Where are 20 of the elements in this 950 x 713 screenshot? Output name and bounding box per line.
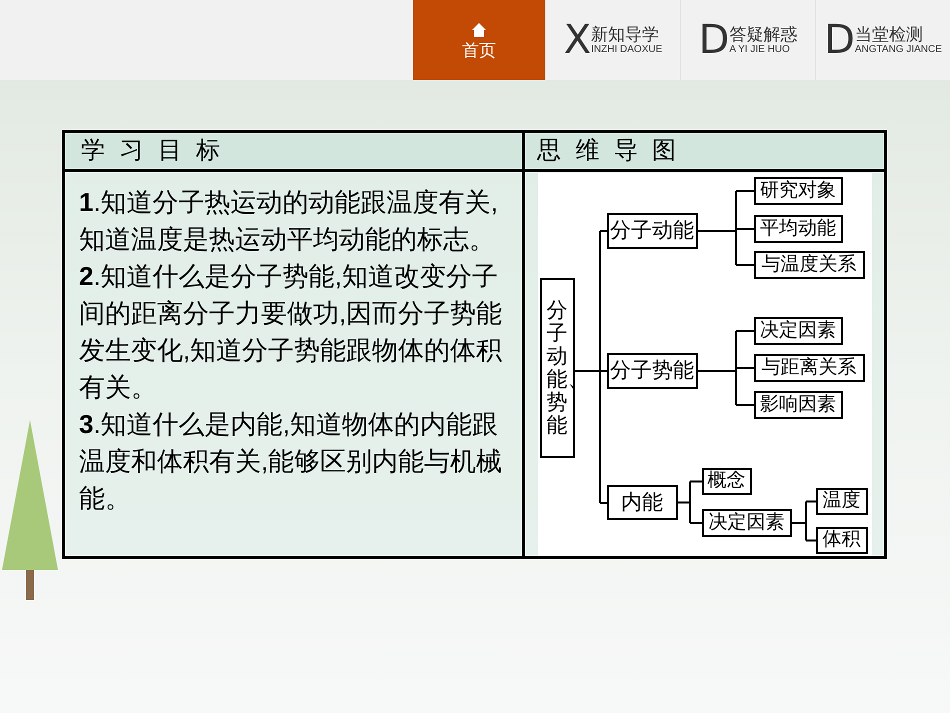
learning-goal: 3.知道什么是内能,知道物体的内能跟温度和体积有关,能够区别内能与机械能。 <box>79 408 504 515</box>
home-tab[interactable]: 首页 <box>413 0 545 80</box>
column-header: 学习目标 <box>65 133 525 169</box>
mind-map-node: 平均动能 <box>754 215 842 243</box>
mind-map-node: 内能 <box>606 485 678 520</box>
house-icon <box>471 22 487 38</box>
mind-map-node: 分子动能 <box>606 213 698 249</box>
mind-map-node: 影响因素 <box>754 391 842 419</box>
mind-map-node: 概念 <box>702 468 752 495</box>
mind-map-node: 与温度关系 <box>754 251 864 279</box>
column-header: 思维导图 <box>536 136 692 166</box>
mind-map-node: 决定因素 <box>754 317 842 345</box>
mind-map-node: 与距离关系 <box>754 354 864 382</box>
mind-map-node: 体积 <box>816 527 868 554</box>
learning-goal: 2.知道什么是分子势能,知道改变分子间的距离分子力要做功,因而分子势能发生变化,知道分子势能跟物体的体积有关。 <box>79 260 504 404</box>
mind-map-node: 温度 <box>816 488 868 515</box>
learning-goal: 1.知道分子热运动的动能跟温度有关,知道温度是热运动平均动能的标志。 <box>79 186 499 256</box>
mind-map-node: 决定因素 <box>702 509 792 537</box>
mind-map-node: 研究对象 <box>754 177 842 205</box>
mind-map-node: 分子势能 <box>606 353 698 389</box>
